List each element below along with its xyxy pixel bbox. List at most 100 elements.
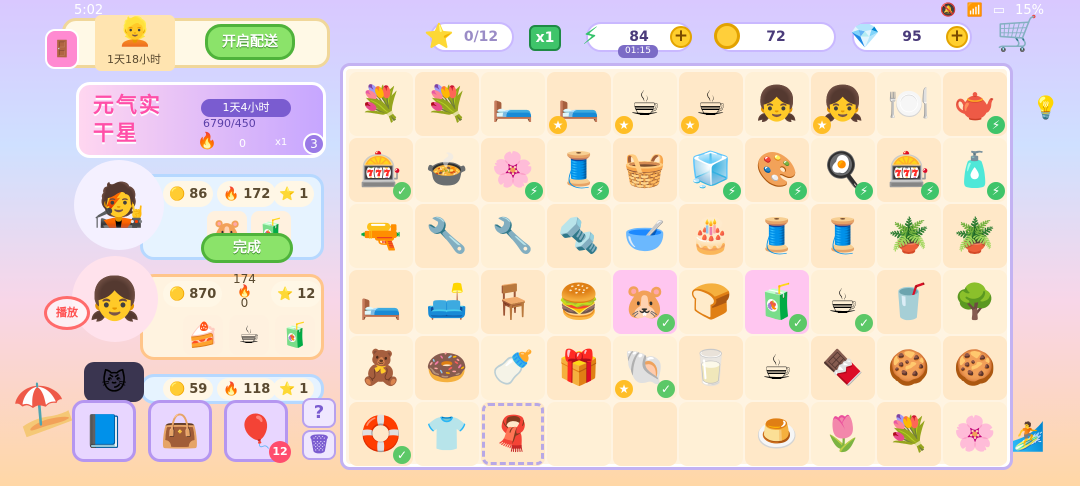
board-cell[interactable]: 👧: [745, 72, 809, 136]
order-1-stars: ⭐ 1: [273, 181, 315, 207]
board-cell[interactable]: 🥤: [877, 270, 941, 334]
board-cell[interactable]: [679, 402, 743, 466]
board-cell[interactable]: 🍳 ⚡: [811, 138, 875, 202]
board-cell[interactable]: 🧣: [481, 402, 545, 466]
check-icon: ✓: [855, 314, 873, 332]
board-cell[interactable]: ☕ ★: [613, 72, 677, 136]
star-icon: ⭐: [279, 186, 296, 202]
board-cell[interactable]: 🛋️: [415, 270, 479, 334]
board-cell[interactable]: 🔧: [481, 204, 545, 268]
board-cell[interactable]: ☕: [745, 336, 809, 400]
trash-button[interactable]: 🗑: [302, 430, 336, 460]
order-card-2[interactable]: 🟡 870 174 🔥 0 ⭐ 12 🍰 ☕ 🧃: [140, 273, 324, 360]
board-cell[interactable]: 🎰 ✓: [349, 138, 413, 202]
board-cell[interactable]: 💐: [415, 72, 479, 136]
board-item-icon: 👕: [425, 414, 469, 454]
board-cell[interactable]: 🥣: [613, 204, 677, 268]
board-cell[interactable]: 🧺: [613, 138, 677, 202]
board-cell[interactable]: 🫖 ⚡: [943, 72, 1007, 136]
board-cell[interactable]: 🍪: [877, 336, 941, 400]
board-cell[interactable]: 🍞: [679, 270, 743, 334]
board-cell[interactable]: 🎨 ⚡: [745, 138, 809, 202]
order-1-stars-value: 1: [299, 186, 309, 202]
board-item-icon: 🍪: [887, 348, 931, 388]
bag-button[interactable]: 👜: [148, 400, 212, 462]
board-cell[interactable]: 🛏️ ★: [547, 72, 611, 136]
lightning-icon: ⚡: [855, 182, 873, 200]
board-cell[interactable]: 🌳: [943, 270, 1007, 334]
album-book-button[interactable]: 📘: [72, 400, 136, 462]
gems-chip[interactable]: 💎 95 +: [850, 22, 972, 52]
star-icon: ★: [615, 116, 633, 134]
board-cell[interactable]: 🐚 ✓ ★: [613, 336, 677, 400]
board-cell[interactable]: 🍪: [943, 336, 1007, 400]
board-cell[interactable]: 💐: [877, 402, 941, 466]
board-cell[interactable]: 🐹 ✓: [613, 270, 677, 334]
board-cell[interactable]: 👕: [415, 402, 479, 466]
board-cell[interactable]: 🧵: [811, 204, 875, 268]
board-cell[interactable]: 🔧: [415, 204, 479, 268]
board-item-icon: ☕: [695, 84, 727, 124]
board-cell[interactable]: 🍲: [415, 138, 479, 202]
board-cell[interactable]: 🍮: [745, 402, 809, 466]
board-cell[interactable]: 🍽️: [877, 72, 941, 136]
board-cell[interactable]: 🛏️: [481, 72, 545, 136]
board-cell[interactable]: 🍩: [415, 336, 479, 400]
board-cell[interactable]: 🧵 ⚡: [547, 138, 611, 202]
board-cell[interactable]: 🪴: [877, 204, 941, 268]
board-cell[interactable]: 🎰 ⚡: [877, 138, 941, 202]
customer-avatar-1: 🧑‍🎤: [74, 160, 164, 250]
order-2-stars: ⭐ 12: [271, 281, 322, 307]
surfboard-icon: 🏄: [1010, 420, 1045, 453]
gift-count-badge: 12: [269, 441, 291, 463]
start-delivery-button[interactable]: 开启配送: [205, 24, 295, 60]
board-cell[interactable]: 🍔: [547, 270, 611, 334]
board-cell[interactable]: 🍼: [481, 336, 545, 400]
board-cell[interactable]: 🧴 ⚡: [943, 138, 1007, 202]
board-cell[interactable]: 🥛: [679, 336, 743, 400]
board-cell[interactable]: 🛟 ✓: [349, 402, 413, 466]
board-cell[interactable]: 🧵: [745, 204, 809, 268]
board-cell[interactable]: 🌷: [811, 402, 875, 466]
event-banner[interactable]: 元气实干星 1天4小时 6790/450 🔥 0 x1 3: [76, 82, 326, 158]
star-progress-chip[interactable]: ⭐ 0/12: [424, 22, 514, 52]
order-3-coins: 🟡 59: [163, 378, 214, 400]
board-cell[interactable]: 🎁: [547, 336, 611, 400]
board-cell[interactable]: 🧊 ⚡: [679, 138, 743, 202]
event-level-badge: 3: [303, 133, 325, 155]
board-cell[interactable]: [547, 402, 611, 466]
board-cell[interactable]: 🪴: [943, 204, 1007, 268]
shop-cart-icon[interactable]: 🛒: [996, 14, 1038, 54]
board-cell[interactable]: 👧 ★: [811, 72, 875, 136]
multiplier-button[interactable]: x1: [529, 25, 561, 51]
board-cell[interactable]: ☕ ★: [679, 72, 743, 136]
complete-order-button[interactable]: 完成: [201, 233, 293, 263]
board-item-icon: 🧵: [755, 216, 799, 256]
board-cell[interactable]: 🧸: [349, 336, 413, 400]
event-title: 元气实干星: [93, 93, 162, 145]
gift-box-button[interactable]: 🎈 12: [224, 400, 291, 463]
coin-icon: [714, 23, 740, 49]
board-cell[interactable]: 🪑: [481, 270, 545, 334]
order-card-1[interactable]: 🟡 86 🔥 172 ⭐ 1 🐹 🧃 完成: [140, 174, 324, 263]
board-cell[interactable]: 🍫: [811, 336, 875, 400]
help-button[interactable]: ?: [302, 398, 336, 428]
gems-plus-button[interactable]: +: [946, 26, 968, 48]
board-cell[interactable]: 💐: [349, 72, 413, 136]
delivery-timer: 1天18小时: [107, 53, 161, 66]
board-grid: 💐 💐 🛏️ 🛏️ ★ ☕ ★ ☕ ★ 👧 👧 ★ 🍽️ 🫖 ⚡ 🎰 ✓ 🍲 🌸 ⚡ 🧵 ⚡ 🧺 🧊 ⚡ 🎨 ⚡ 🍳 ⚡ 🎰 ⚡ 🧴 ⚡ 🔫 🔧 🔧 🔩…: [349, 72, 1007, 466]
board-cell[interactable]: 🎂: [679, 204, 743, 268]
door-icon[interactable]: 🚪: [45, 29, 79, 69]
energy-plus-button[interactable]: +: [670, 26, 692, 48]
board-item-icon: 🔧: [425, 216, 469, 256]
board-cell[interactable]: 🌸 ⚡: [481, 138, 545, 202]
play-tag[interactable]: 播放: [44, 296, 90, 330]
board-cell[interactable]: 🔩: [547, 204, 611, 268]
board-cell[interactable]: 🔫: [349, 204, 413, 268]
board-cell[interactable]: [613, 402, 677, 466]
board-cell[interactable]: 🌸: [943, 402, 1007, 466]
wifi-icon: 📶: [966, 3, 983, 18]
board-cell[interactable]: 🛏️: [349, 270, 413, 334]
board-cell[interactable]: 🧃 ✓: [745, 270, 809, 334]
board-cell[interactable]: ☕ ✓: [811, 270, 875, 334]
